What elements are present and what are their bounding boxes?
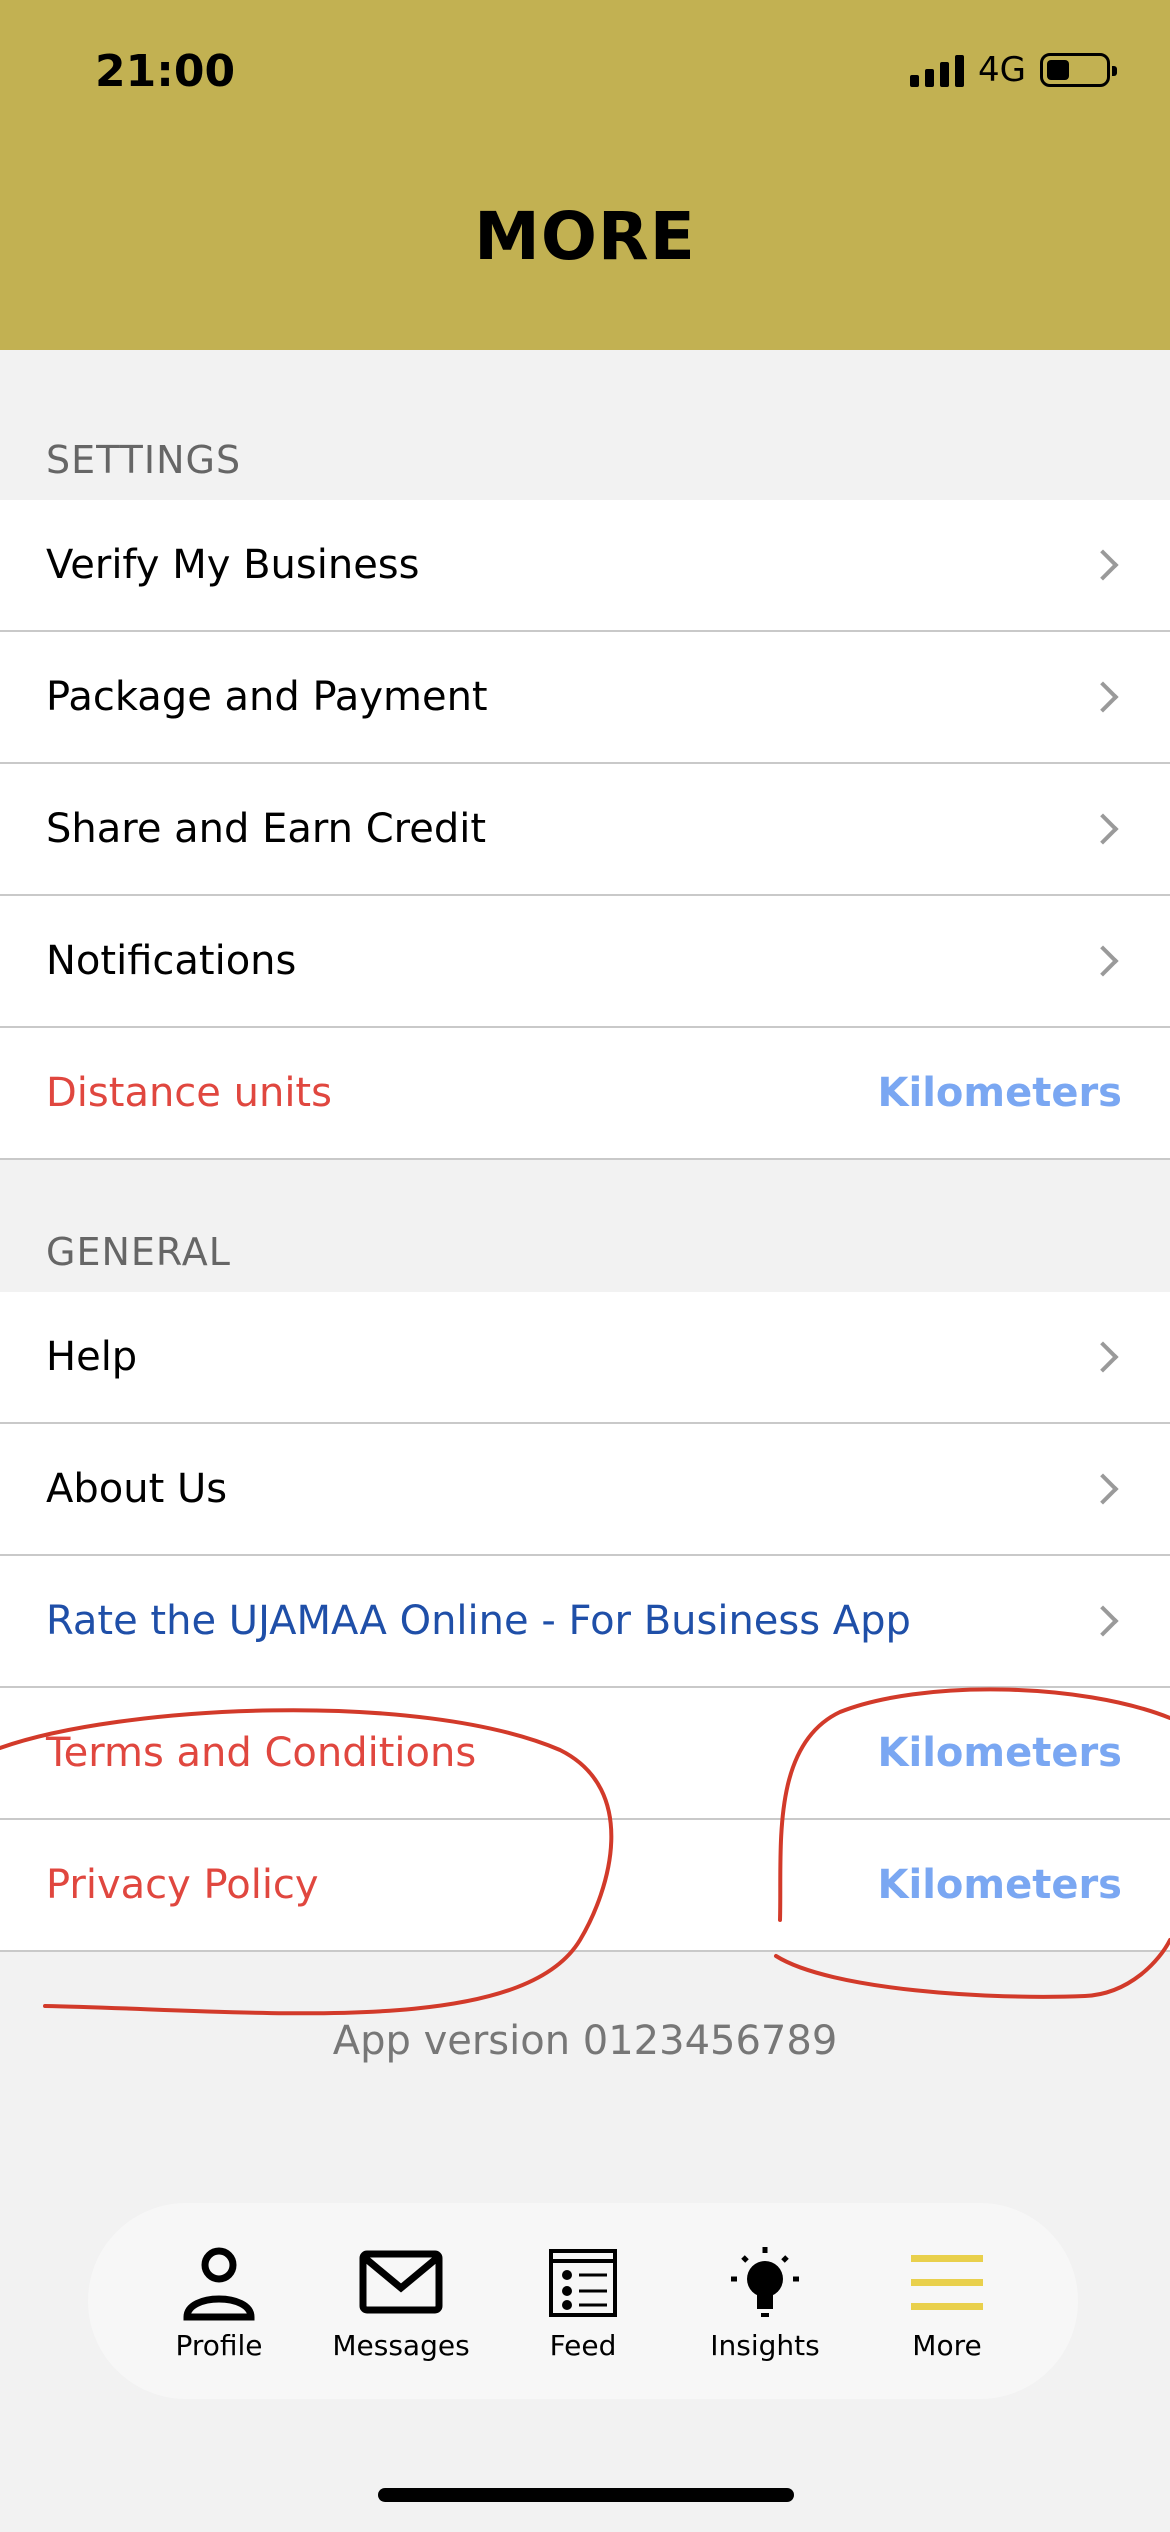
row-label: Verify My Business bbox=[46, 542, 420, 588]
row-label: Share and Earn Credit bbox=[46, 806, 486, 852]
bottom-tab-bar: Profile Messages Feed Insights More bbox=[88, 2203, 1078, 2399]
home-indicator[interactable] bbox=[378, 2488, 794, 2502]
chevron-right-icon bbox=[1087, 1473, 1119, 1505]
tab-label: Insights bbox=[710, 2328, 820, 2362]
tab-more[interactable]: More bbox=[867, 2241, 1027, 2362]
tab-label: Messages bbox=[332, 2328, 470, 2362]
row-label: Privacy Policy bbox=[46, 1862, 319, 1908]
row-label: About Us bbox=[46, 1466, 228, 1512]
status-indicators: 4G bbox=[910, 50, 1117, 90]
chevron-right-icon bbox=[1087, 681, 1119, 713]
verify-business-row[interactable]: Verify My Business bbox=[0, 500, 1170, 632]
tab-label: Feed bbox=[549, 2328, 617, 2362]
tab-profile[interactable]: Profile bbox=[139, 2241, 299, 2362]
tab-insights[interactable]: Insights bbox=[685, 2241, 845, 2362]
privacy-value[interactable]: Kilometers bbox=[878, 1862, 1123, 1908]
terms-conditions-row[interactable]: Terms and Conditions Kilometers bbox=[0, 1688, 1170, 1820]
row-label: Notifications bbox=[46, 938, 297, 984]
app-version: App version 0123456789 bbox=[332, 2018, 838, 2064]
privacy-policy-row[interactable]: Privacy Policy Kilometers bbox=[0, 1820, 1170, 1952]
tab-feed[interactable]: Feed bbox=[503, 2241, 663, 2362]
row-label: Distance units bbox=[46, 1070, 332, 1116]
page-title: MORE bbox=[474, 198, 696, 275]
general-section-label: GENERAL bbox=[46, 1230, 231, 1274]
battery-icon bbox=[1040, 53, 1117, 87]
distance-units-value[interactable]: Kilometers bbox=[878, 1070, 1123, 1116]
chevron-right-icon bbox=[1087, 1605, 1119, 1637]
row-label: Help bbox=[46, 1334, 138, 1380]
feed-icon bbox=[547, 2241, 619, 2325]
help-row[interactable]: Help bbox=[0, 1292, 1170, 1424]
chevron-right-icon bbox=[1087, 1341, 1119, 1373]
settings-section-label: SETTINGS bbox=[46, 438, 242, 482]
row-label: Package and Payment bbox=[46, 674, 488, 720]
hamburger-icon bbox=[907, 2241, 987, 2325]
app-header: 21:00 4G MORE bbox=[0, 0, 1170, 350]
rate-app-row[interactable]: Rate the UJAMAA Online - For Business Ap… bbox=[0, 1556, 1170, 1688]
row-label: Rate the UJAMAA Online - For Business Ap… bbox=[46, 1598, 911, 1644]
status-time: 21:00 bbox=[95, 46, 236, 97]
package-payment-row[interactable]: Package and Payment bbox=[0, 632, 1170, 764]
tab-label: Profile bbox=[175, 2328, 263, 2362]
tab-messages[interactable]: Messages bbox=[321, 2241, 481, 2362]
envelope-icon bbox=[359, 2241, 443, 2325]
chevron-right-icon bbox=[1087, 945, 1119, 977]
person-icon bbox=[179, 2241, 259, 2325]
signal-icon bbox=[910, 53, 965, 87]
lightbulb-icon bbox=[725, 2241, 805, 2325]
chevron-right-icon bbox=[1087, 549, 1119, 581]
network-type: 4G bbox=[978, 50, 1026, 90]
tab-label: More bbox=[912, 2328, 982, 2362]
notifications-row[interactable]: Notifications bbox=[0, 896, 1170, 1028]
chevron-right-icon bbox=[1087, 813, 1119, 845]
terms-value[interactable]: Kilometers bbox=[878, 1730, 1123, 1776]
distance-units-row[interactable]: Distance units Kilometers bbox=[0, 1028, 1170, 1160]
about-us-row[interactable]: About Us bbox=[0, 1424, 1170, 1556]
row-label: Terms and Conditions bbox=[46, 1730, 477, 1776]
share-earn-credit-row[interactable]: Share and Earn Credit bbox=[0, 764, 1170, 896]
